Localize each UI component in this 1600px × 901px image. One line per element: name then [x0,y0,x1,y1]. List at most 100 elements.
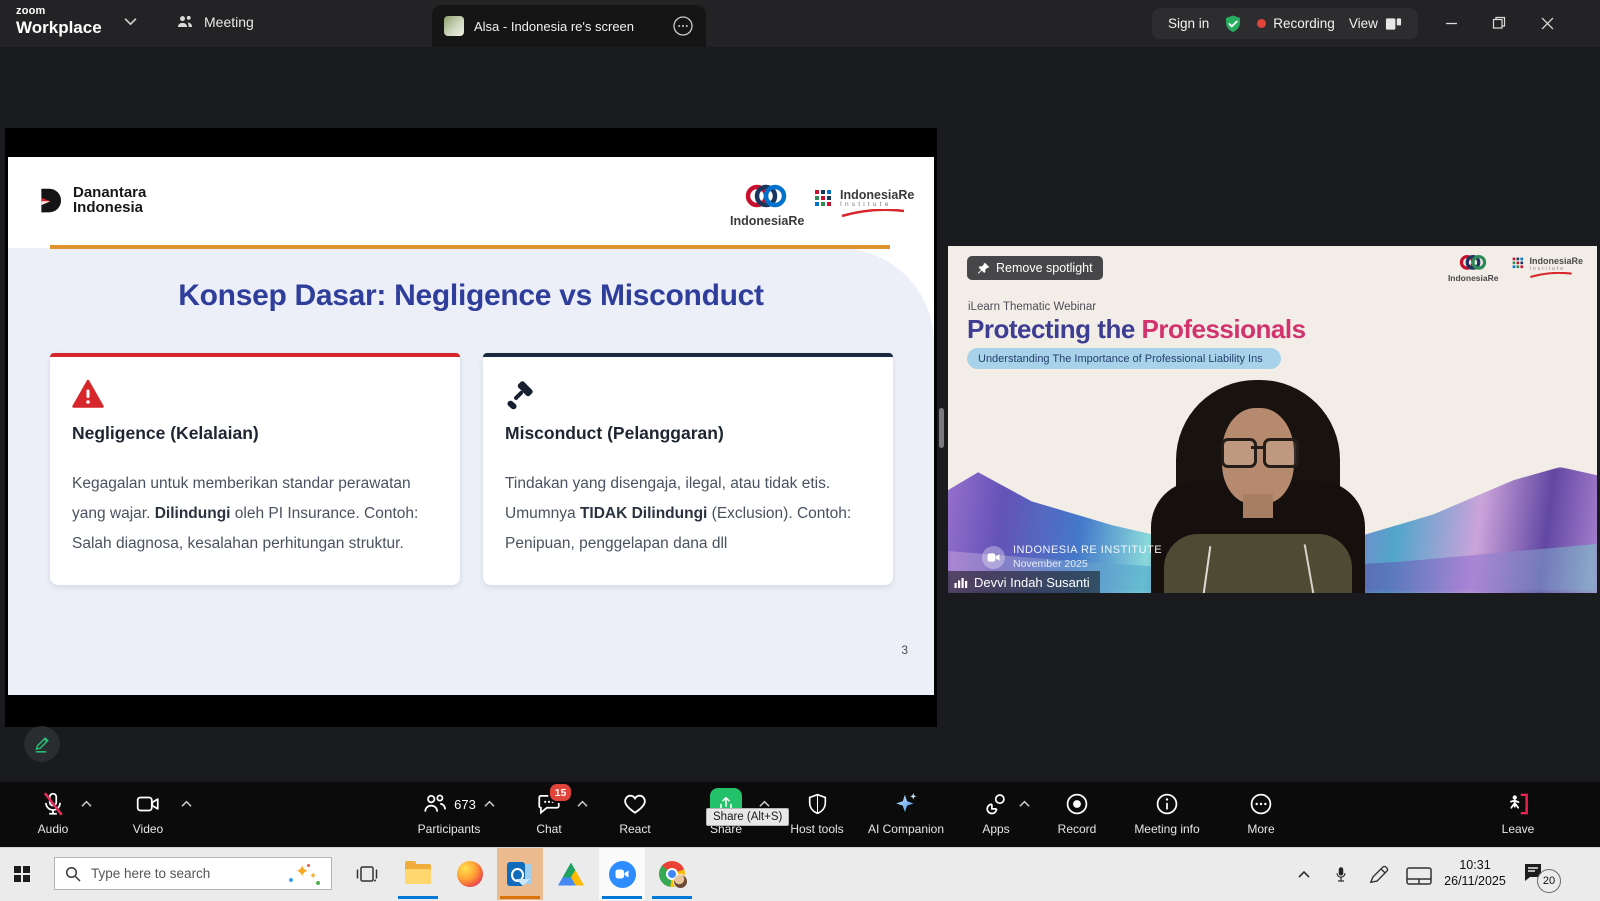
card-navy-topline [483,353,893,357]
participants-button[interactable]: 673 Participants [394,789,504,836]
pin-icon [977,262,990,275]
presentation-slide: Danantara Indonesia IndonesiaRe Indonesi… [8,157,934,695]
indonesiare-institute-logo: IndonesiaRe Institute [814,189,914,217]
participants-icon [422,791,448,817]
audio-button[interactable]: Audio [0,789,108,836]
window-minimize-button[interactable] [1431,8,1471,38]
tray-microphone-icon[interactable] [1332,862,1350,886]
institute-brand-text: IndonesiaRe [840,188,915,202]
brand-zoom: zoom [16,5,46,17]
security-shield-icon[interactable] [1223,14,1243,34]
firefox-icon [457,861,483,887]
start-button[interactable] [14,866,30,882]
webinar-subtitle-pill: Understanding The Importance of Professi… [967,348,1281,369]
view-button[interactable]: View [1349,16,1402,31]
more-button[interactable]: More [1206,789,1316,836]
taskbar-chrome[interactable] [649,848,695,900]
open-app-indicator [398,896,438,899]
file-explorer-icon [405,861,431,884]
view-label: View [1348,16,1378,31]
speaker-jacket [1164,534,1352,593]
slide-divider-rule [50,245,890,249]
panel-divider-scrollbar[interactable] [939,408,944,448]
recording-label: Recording [1273,16,1335,31]
taskbar-google-drive[interactable] [548,848,594,900]
open-app-indicator [602,896,642,899]
institute-sub-text: Institute [840,201,892,208]
search-placeholder: Type here to search [91,866,211,881]
window-restore-button[interactable] [1479,8,1519,38]
indonesiare-logo-text: IndonesiaRe [730,214,805,228]
chrome-profile-avatar [673,874,688,889]
tray-pen-icon[interactable] [1368,865,1390,885]
taskbar-zoom[interactable] [599,848,645,900]
video-options-chevron[interactable] [181,800,192,808]
taskbar-firefox[interactable] [447,848,493,900]
indonesiare-logo: IndonesiaRe [730,183,805,228]
card-red-topline [50,353,460,357]
search-highlights-icon: ✦ ✦ [287,862,321,886]
taskbar-clock[interactable]: 10:31 26/11/2025 [1438,857,1512,889]
tab-meeting[interactable]: Meeting [175,12,254,32]
spotlight-video-tile[interactable]: IndonesiaRe IndonesiaRe Institute Remove… [948,246,1597,593]
participant-name-tag: Devvi Indah Susanti [948,571,1100,593]
more-ellipsis-icon [1248,789,1274,819]
clock-time: 10:31 [1459,858,1491,872]
tab-meeting-label: Meeting [204,14,254,30]
zoom-watermark: INDONESIA RE INSTITUTE November 2025 [982,544,1162,570]
danantara-text-1: Danantara [73,184,147,201]
danantara-logo: Danantara Indonesia [38,185,146,215]
people-icon [175,12,195,32]
ai-sparkle-icon [893,789,919,819]
window-close-button[interactable] [1527,8,1567,38]
tray-show-hidden-icons[interactable] [1297,869,1311,879]
leave-button[interactable]: Leave [1463,789,1573,836]
backdrop-institute-logo: IndonesiaRe Institute [1512,257,1583,278]
misconduct-heading: Misconduct (Pelanggaran) [505,423,724,443]
speaker-glasses [1219,438,1299,468]
google-drive-icon [558,862,584,886]
negligence-body: Kegagalan untuk memberikan standar peraw… [72,475,419,552]
task-view-button[interactable] [356,864,378,884]
search-icon [65,866,81,882]
chat-unread-badge: 15 [548,782,573,803]
video-button[interactable]: Video [93,789,203,836]
screen-share-thumbnail [444,16,464,36]
zoom-workplace-logo: zoom Workplace [16,5,102,37]
shield-icon [805,789,830,819]
tray-touchpad-icon[interactable] [1406,867,1432,885]
watermark-line1: INDONESIA RE INSTITUTE [1013,544,1163,556]
audio-options-chevron[interactable] [81,800,92,808]
chevron-down-icon[interactable] [124,17,137,26]
view-layout-icon [1385,17,1402,31]
pencil-icon [31,733,53,755]
taskbar-file-explorer[interactable] [395,848,441,900]
annotate-button[interactable] [24,726,60,762]
participants-count: 673 [454,796,476,812]
remove-spotlight-button[interactable]: Remove spotlight [967,256,1103,280]
heart-icon [622,789,648,819]
remove-spotlight-label: Remove spotlight [996,261,1093,275]
negligence-heading: Negligence (Kelalaian) [72,423,259,443]
gavel-icon [505,379,537,411]
taskbar-search[interactable]: Type here to search ✦ ✦ [54,857,332,890]
sign-in-button[interactable]: Sign in [1168,16,1209,31]
audio-level-icon [954,575,968,589]
institute-dots-icon [815,190,831,206]
leave-door-icon [1505,789,1531,819]
recording-dot-icon [1257,19,1267,28]
speaker-neck [1243,494,1273,518]
camera-watermark-icon [982,545,1005,569]
windows-logo-icon [14,866,30,882]
recording-indicator: Recording [1257,16,1335,31]
record-icon [1064,789,1090,819]
taskbar-outlook[interactable] [497,848,543,900]
backdrop-indonesiare-logo: IndonesiaRe [1448,254,1498,283]
danantara-logo-icon [38,187,65,214]
watermark-line2: November 2025 [1013,558,1088,570]
zoom-titlebar: zoom Workplace Meeting Alsa - Indonesia … [0,0,1600,47]
webinar-kicker: iLearn Thematic Webinar [968,301,1097,313]
misconduct-card: Misconduct (Pelanggaran) Tindakan yang d… [483,353,893,585]
tab-screen-share[interactable]: Alsa - Indonesia re's screen [432,5,706,47]
tab-options-icon[interactable] [672,15,694,37]
